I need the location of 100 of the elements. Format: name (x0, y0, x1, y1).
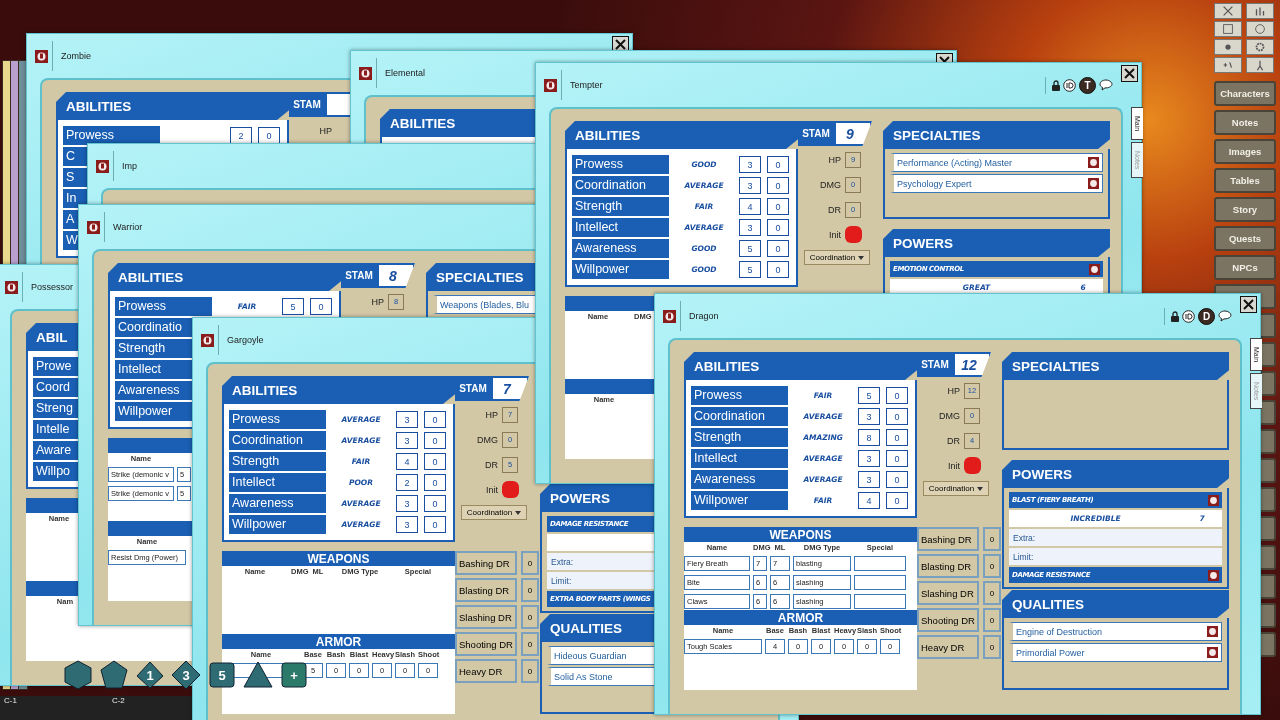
sheet-icon[interactable] (1208, 494, 1219, 506)
ability-score[interactable]: 4 (739, 198, 761, 215)
sheet-icon[interactable] (359, 66, 372, 80)
ability-score[interactable]: 0 (886, 492, 908, 509)
dr-value[interactable]: 0 (983, 608, 1001, 632)
sheet-icon[interactable] (544, 78, 557, 92)
sidebar-button[interactable]: Tables (1214, 168, 1276, 193)
skill-dropdown[interactable]: Coordination (803, 250, 871, 265)
hotkey-label[interactable]: C-1 (4, 696, 17, 720)
toolbar-button[interactable] (1246, 39, 1274, 55)
initiative-token[interactable] (964, 457, 981, 474)
list-item[interactable]: Primordial Power (1009, 643, 1222, 662)
ability-score[interactable]: 0 (886, 408, 908, 425)
sheet-icon[interactable] (87, 220, 100, 234)
dr-value[interactable]: 0 (983, 554, 1001, 578)
dr-value[interactable]: 0 (983, 527, 1001, 551)
ability-score[interactable]: 0 (424, 474, 446, 491)
sheet-icon[interactable] (1208, 569, 1219, 581)
dr-value[interactable]: 0 (983, 581, 1001, 605)
close-button[interactable] (1240, 296, 1257, 313)
special-field[interactable] (854, 594, 906, 609)
ability-score[interactable]: 0 (767, 261, 789, 278)
chat-icon[interactable] (1218, 310, 1232, 322)
ability-score[interactable]: 4 (858, 492, 880, 509)
close-button[interactable] (1121, 65, 1138, 82)
ability-score[interactable]: 3 (396, 495, 418, 512)
ability-score[interactable]: 3 (739, 177, 761, 194)
id-icon[interactable] (1063, 78, 1076, 92)
sheet-icon[interactable] (1088, 157, 1099, 168)
ability-score[interactable]: 0 (424, 411, 446, 428)
ability-score[interactable]: 0 (767, 219, 789, 236)
ability-score[interactable]: 0 (886, 471, 908, 488)
die-button[interactable]: 5 (207, 660, 237, 690)
sheet-icon[interactable] (663, 309, 676, 323)
toolbar-button[interactable] (1246, 3, 1274, 19)
special-field[interactable] (854, 575, 906, 590)
toolbar-button[interactable] (1214, 39, 1242, 55)
toolbar-button[interactable] (1214, 3, 1242, 19)
sheet-icon[interactable] (1207, 626, 1218, 637)
ability-score[interactable]: 8 (858, 429, 880, 446)
special-field[interactable] (854, 556, 906, 571)
sidebar-button[interactable]: NPCs (1214, 255, 1276, 280)
dr-value[interactable]: 0 (521, 551, 539, 575)
skill-dropdown[interactable]: Coordination (460, 505, 528, 520)
hotkey-label[interactable]: C-2 (111, 696, 125, 720)
sheet-icon[interactable] (1089, 263, 1100, 275)
ability-score[interactable]: 5 (739, 240, 761, 257)
lock-icon[interactable] (1171, 310, 1179, 322)
dr-value[interactable]: 0 (983, 635, 1001, 659)
ability-score[interactable]: 5 (282, 298, 304, 315)
ability-score[interactable]: 0 (767, 156, 789, 173)
ability-score[interactable]: 0 (424, 453, 446, 470)
sheet-icon[interactable] (201, 333, 214, 347)
ability-score[interactable]: 3 (739, 156, 761, 173)
ability-score[interactable]: 3 (396, 516, 418, 533)
ability-score[interactable]: 0 (886, 387, 908, 404)
sheet-icon[interactable] (5, 280, 18, 294)
ability-score[interactable]: 0 (424, 495, 446, 512)
dr-value[interactable]: 0 (521, 659, 539, 683)
die-button[interactable]: 1 (135, 660, 165, 690)
ability-score[interactable]: 0 (424, 516, 446, 533)
ability-score[interactable]: 0 (767, 198, 789, 215)
ability-score[interactable]: 0 (424, 432, 446, 449)
dr-value[interactable]: 0 (521, 632, 539, 656)
add-dice-button[interactable]: + (279, 660, 309, 690)
sidebar-button[interactable]: Characters (1214, 81, 1276, 106)
toolbar-button[interactable] (1246, 21, 1274, 37)
ability-score[interactable]: 3 (739, 219, 761, 236)
initiative-token[interactable] (845, 226, 862, 243)
ability-score[interactable]: 4 (396, 453, 418, 470)
ability-score[interactable]: 0 (886, 429, 908, 446)
sidebar-button[interactable]: Images (1214, 139, 1276, 164)
die-button[interactable] (243, 660, 273, 690)
ability-score[interactable]: 0 (886, 450, 908, 467)
die-button[interactable] (63, 660, 93, 690)
sheet-icon[interactable] (35, 49, 48, 63)
ability-score[interactable]: 0 (767, 240, 789, 257)
sidebar-button[interactable]: Quests (1214, 226, 1276, 251)
list-item[interactable]: Psychology Expert (890, 174, 1103, 193)
lock-icon[interactable] (1052, 79, 1060, 91)
die-button[interactable] (99, 660, 129, 690)
sidebar-button[interactable]: Story (1214, 197, 1276, 222)
token-portrait[interactable]: T (1079, 76, 1096, 94)
ability-score[interactable]: 3 (396, 432, 418, 449)
dr-value[interactable]: 0 (521, 605, 539, 629)
initiative-token[interactable] (502, 481, 519, 498)
ability-score[interactable]: 0 (310, 298, 332, 315)
ability-score[interactable]: 0 (767, 177, 789, 194)
dr-value[interactable]: 0 (521, 578, 539, 602)
toolbar-button[interactable] (1214, 57, 1242, 73)
chat-icon[interactable] (1099, 79, 1113, 91)
ability-score[interactable]: 3 (396, 411, 418, 428)
ability-score[interactable]: 2 (396, 474, 418, 491)
ability-score[interactable]: 3 (858, 450, 880, 467)
ability-score[interactable]: 3 (858, 408, 880, 425)
token-portrait[interactable]: D (1198, 307, 1215, 325)
sheet-icon[interactable] (1207, 647, 1218, 658)
ability-score[interactable]: 3 (858, 471, 880, 488)
toolbar-button[interactable] (1246, 57, 1274, 73)
list-item[interactable]: Performance (Acting) Master (890, 153, 1103, 172)
